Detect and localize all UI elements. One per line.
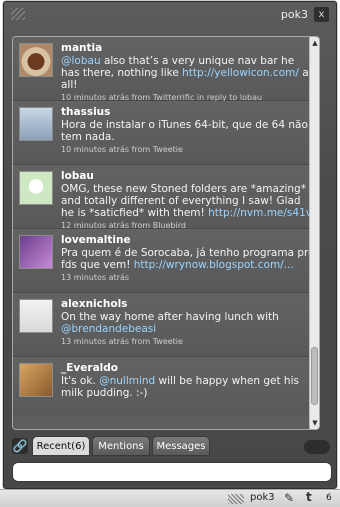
status-pattern-icon [228,494,244,504]
scrollbar[interactable]: ▲ ▼ [309,37,319,429]
tweet-username[interactable]: thassius [61,106,315,118]
tweet-link[interactable]: http://wrynow.blogspot.com/... [134,259,294,271]
avatar-purple-photo-avatar[interactable] [19,235,53,269]
tab-mentions[interactable]: Mentions [92,436,150,456]
tweet-list: mantia @lobau also that’s a very unique n… [12,36,320,430]
tweet-link[interactable]: @brendandebeasi [61,323,156,335]
avatar-person-avatar[interactable] [19,107,53,141]
avatar-logo-avatar[interactable] [19,299,53,333]
title-bar[interactable]: pok3 x [4,2,336,27]
tweet-text-span: It's ok. [61,375,100,387]
scroll-up-arrow-icon[interactable]: ▲ [311,38,319,48]
avatar-coffee-cup-avatar[interactable] [19,43,53,77]
tweet-link[interactable]: http://nvm.me/s41v [208,207,312,219]
tweet-username[interactable]: lovemaltine [61,234,315,246]
tweet-meta: 13 minutos atrás from Tweetie [61,337,183,346]
tweet-text-span: On the way home after having lunch with [61,311,279,323]
tweet-text: It's ok. @nullmind will be happy when ge… [61,375,315,399]
tweet-text: On the way home after having lunch with … [61,311,315,335]
scroll-down-arrow-icon[interactable]: ▼ [311,418,319,428]
tweet-item[interactable]: lobau OMG, these new Stoned folders are *… [13,165,319,230]
tab-messages[interactable]: Messages [152,436,210,456]
character-count-pill [304,440,330,454]
avatar-cartoon-avatar[interactable] [19,171,53,205]
compose-input[interactable] [12,462,332,482]
tweet-meta: 10 minutos atrás from Tweetie [61,145,183,154]
tab-recent[interactable]: Recent(6) [32,436,90,456]
tweet-username[interactable]: _Everaldo [61,362,315,374]
tweet-text: Pra quem é de Sorocaba, já tenho program… [61,247,315,271]
status-bar: pok3 ✎ t 6 [0,489,340,507]
window-title: pok3 [280,8,308,21]
tweet-item[interactable]: alexnichols On the way home after having … [13,293,319,357]
tweet-text: OMG, these new Stoned folders are *amazi… [61,183,315,219]
tweet-link[interactable]: @nullmind [99,375,155,387]
scroll-thumb[interactable] [311,347,318,405]
close-button[interactable]: x [314,7,329,22]
tweet-meta: 13 minutos atrás [61,273,130,282]
tweet-link[interactable]: http://yellowicon.com/ [182,67,299,79]
tweet-item[interactable]: mantia @lobau also that’s a very unique n… [13,37,319,102]
tweet-item[interactable]: lovemaltine Pra quem é de Sorocaba, já te… [13,229,319,293]
tweet-text: Hora de instalar o iTunes 64-bit, que de… [61,119,315,143]
tweet-item[interactable]: thassius Hora de instalar o iTunes 64-bit… [13,101,319,165]
tweet-text: @lobau also that’s a very unique nav bar… [61,55,315,91]
twitter-t-icon[interactable]: t [306,490,312,504]
tweet-username[interactable]: mantia [61,42,315,54]
tweet-link[interactable]: @lobau [61,55,101,67]
tweet-username[interactable]: lobau [61,170,315,182]
unread-count: 6 [326,493,332,503]
resize-grip-icon[interactable] [11,8,25,20]
status-title: pok3 [250,492,275,503]
link-icon[interactable]: 🔗 [12,438,28,454]
avatar-photo-avatar[interactable] [19,363,53,397]
pok3-window: pok3 x mantia @lobau also that’s a very u… [3,1,337,489]
tweet-text-span: Hora de instalar o iTunes 64-bit, que de… [61,119,308,143]
pen-icon[interactable]: ✎ [284,491,294,505]
tab-bar: 🔗 Recent(6) Mentions Messages [12,436,330,456]
tweet-username[interactable]: alexnichols [61,298,315,310]
tweet-item[interactable]: _Everaldo It's ok. @nullmind will be happ… [13,357,319,415]
